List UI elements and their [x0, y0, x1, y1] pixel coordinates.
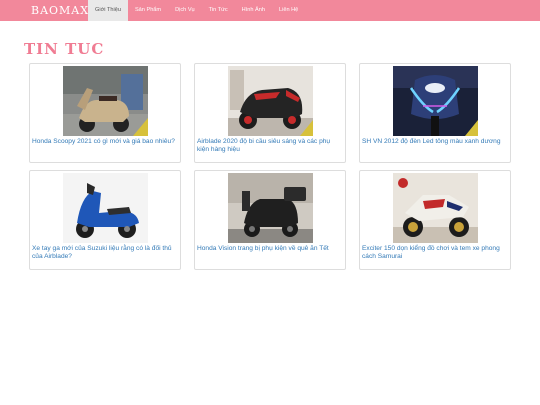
article-thumbnail[interactable] [63, 173, 148, 243]
scooter-black-red-photo [228, 66, 313, 136]
article-thumbnail[interactable] [393, 173, 478, 243]
news-grid: Honda Scoopy 2021 có gì mới và giá bao n… [29, 63, 511, 270]
article-thumbnail[interactable] [63, 66, 148, 136]
article-title-link[interactable]: Honda Vision trang bị phụ kiện về quê ăn… [197, 245, 343, 253]
news-card[interactable]: Honda Vision trang bị phụ kiện về quê ăn… [194, 170, 346, 270]
nav-item-tin-tuc[interactable]: Tin Tức [202, 0, 235, 21]
nav-item-gioi-thieu[interactable]: Giới Thiệu [88, 0, 128, 21]
top-navbar: BAOMAX Giới Thiệu Sản Phẩm Dịch Vụ Tin T… [0, 0, 540, 21]
news-card[interactable]: Exciter 150 dọn kiểng đồ chơi và tem xe … [359, 170, 511, 270]
nav-item-san-pham[interactable]: Sản Phẩm [128, 0, 168, 21]
article-title-link[interactable]: Airblade 2020 độ bi cầu siêu sáng và các… [197, 138, 343, 154]
scooter-blue-led-photo [393, 66, 478, 136]
nav-item-hinh-anh[interactable]: Hình Ảnh [235, 0, 272, 21]
article-thumbnail[interactable] [228, 173, 313, 243]
main-nav: Giới Thiệu Sản Phẩm Dịch Vụ Tin Tức Hình… [88, 0, 305, 21]
nav-item-dich-vu[interactable]: Dịch Vụ [168, 0, 202, 21]
article-title-link[interactable]: SH VN 2012 độ đèn Led tông màu xanh dươn… [362, 138, 508, 146]
article-title-link[interactable]: Xe tay ga mới của Suzuki liệu rằng có là… [32, 245, 178, 261]
brand-logo[interactable]: BAOMAX [31, 4, 89, 17]
scooter-cream-photo [63, 66, 148, 136]
scooter-black-rack-photo [228, 173, 313, 243]
news-card[interactable]: Airblade 2020 độ bi cầu siêu sáng và các… [194, 63, 346, 163]
article-thumbnail[interactable] [393, 66, 478, 136]
page-title: TIN TUC [24, 40, 105, 58]
news-card[interactable]: SH VN 2012 độ đèn Led tông màu xanh dươn… [359, 63, 511, 163]
scooter-blue-photo [63, 173, 148, 243]
article-title-link[interactable]: Exciter 150 dọn kiểng đồ chơi và tem xe … [362, 245, 508, 261]
article-title-link[interactable]: Honda Scoopy 2021 có gì mới và giá bao n… [32, 138, 178, 146]
article-thumbnail[interactable] [228, 66, 313, 136]
motorbike-samurai-photo [393, 173, 478, 243]
news-card[interactable]: Xe tay ga mới của Suzuki liệu rằng có là… [29, 170, 181, 270]
nav-item-lien-he[interactable]: Liên Hệ [272, 0, 305, 21]
news-card[interactable]: Honda Scoopy 2021 có gì mới và giá bao n… [29, 63, 181, 163]
